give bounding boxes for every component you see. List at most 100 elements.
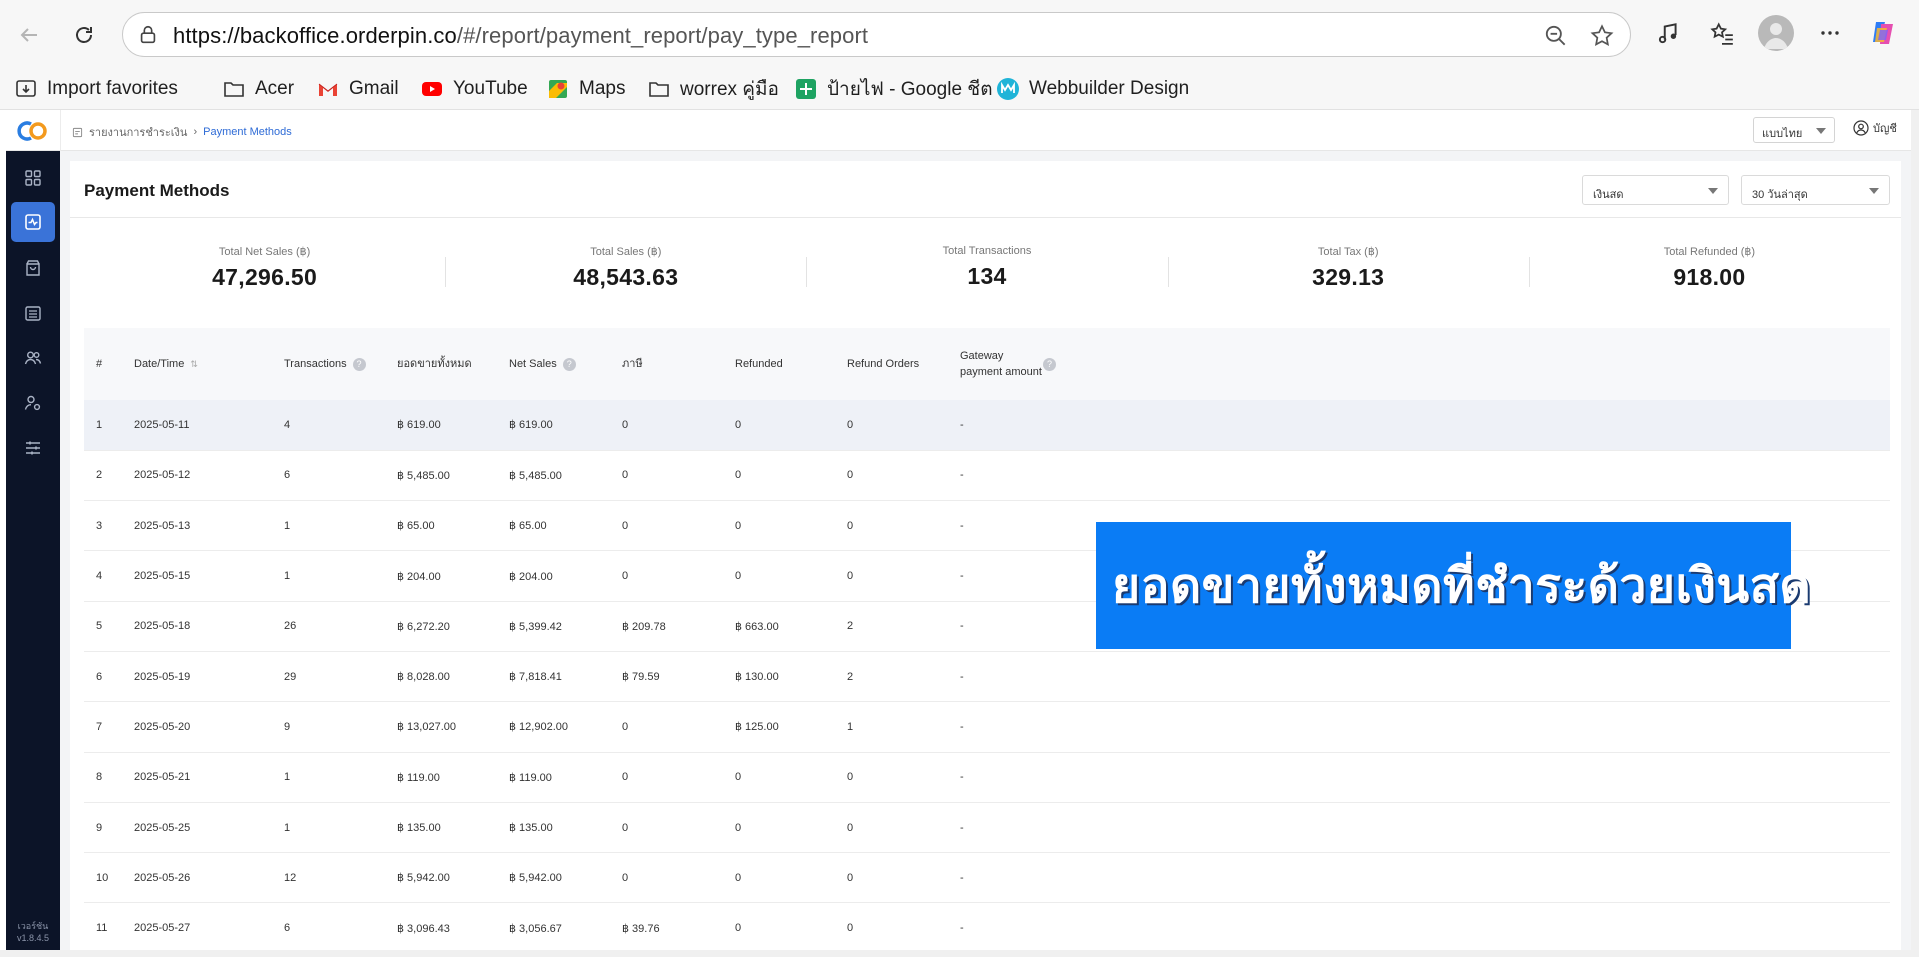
account-button[interactable]: บัญชี [1853, 119, 1897, 137]
table-cell: ฿ 619.00 [509, 419, 553, 432]
table-cell: 2 [847, 670, 854, 683]
music-note-icon [1658, 23, 1677, 44]
table-cell: 0 [735, 922, 742, 935]
table-cell: 0 [622, 871, 629, 884]
favorites-list-icon [1710, 22, 1733, 45]
bookmark-label: ป้ายไฟ - Google ชีต [827, 79, 993, 100]
header-label: Refunded [735, 358, 783, 370]
profile-avatar[interactable] [1758, 15, 1794, 51]
read-aloud-button[interactable] [1653, 18, 1683, 48]
bookmark-label: YouTube [453, 78, 528, 99]
more-menu-button[interactable] [1815, 18, 1845, 48]
table-row[interactable]: 9 2025-05-25 1 ฿ 135.00 ฿ 135.00 0 0 0 - [84, 802, 1890, 853]
table-cell: 2 [847, 620, 854, 633]
table-cell: 2025-05-27 [134, 922, 191, 935]
col-net-sales: Net Sales? [497, 328, 610, 400]
bookmark-worrex[interactable]: worrex คู่มือ [647, 73, 779, 105]
table-cell: 2025-05-25 [134, 821, 191, 834]
sidebar-item-dashboard[interactable] [11, 158, 55, 198]
sidebar-item-store[interactable] [11, 293, 55, 333]
favorite-star-icon[interactable] [1589, 23, 1615, 49]
table-cell: 1 [284, 570, 291, 583]
date-range-select[interactable]: 30 วันล่าสุด [1741, 175, 1890, 205]
breadcrumb-parent[interactable]: รายงานการชำระเงิน [89, 123, 187, 141]
table-cell: ฿ 619.00 [397, 419, 441, 432]
table-cell: 11 [96, 922, 108, 935]
help-icon[interactable]: ? [562, 357, 576, 371]
stat-label: Total Sales (฿) [590, 246, 662, 258]
address-bar[interactable]: https://backoffice.orderpin.co/#/report/… [122, 12, 1631, 57]
table-cell-spacer [1043, 853, 1890, 903]
lock-icon[interactable] [137, 24, 159, 46]
stat-label: Total Net Sales (฿) [218, 246, 311, 258]
language-select[interactable]: แบบไทย [1753, 117, 1835, 143]
table-cell: - [960, 871, 964, 884]
help-icon[interactable]: ? [1043, 357, 1056, 371]
copilot-button[interactable] [1868, 18, 1898, 48]
table-cell: - [960, 570, 964, 583]
col-tax: ภาษี [610, 328, 723, 400]
sidebar-item-report[interactable] [11, 202, 55, 242]
refresh-button[interactable] [67, 18, 101, 52]
col-date[interactable]: Date/Time ⇅ [122, 328, 272, 400]
table-row[interactable]: 8 2025-05-21 1 ฿ 119.00 ฿ 119.00 0 0 0 - [84, 752, 1890, 803]
account-label: บัญชี [1873, 123, 1897, 135]
zoom-out-icon[interactable] [1543, 23, 1569, 49]
table-row[interactable]: 7 2025-05-20 9 ฿ 13,027.00 ฿ 12,902.00 0 ฿ 125… [84, 702, 1890, 753]
table-cell-spacer [1043, 802, 1890, 852]
stat-total-net-sales: Total Net Sales (฿) 47,296.50 [84, 231, 445, 311]
payment-type-select[interactable]: เงินสด [1582, 175, 1729, 205]
bookmark-label: Gmail [349, 78, 399, 99]
table-cell-spacer [1043, 450, 1890, 500]
table-cell: 1 [847, 720, 854, 733]
table-cell: 29 [284, 670, 297, 683]
stat-total-sales: Total Sales (฿) 48,543.63 [445, 231, 806, 311]
table-cell: 0 [847, 418, 854, 431]
bookmark-sheets[interactable]: ป้ายไฟ - Google ชีต [794, 73, 993, 105]
header-label: Date/Time [134, 357, 185, 370]
back-button[interactable] [12, 18, 46, 52]
table-cell: ฿ 209.78 [622, 620, 666, 633]
bookmark-maps[interactable]: Maps [546, 73, 625, 105]
bookmark-label: Acer [255, 78, 295, 99]
table-cell: 2025-05-13 [134, 519, 191, 532]
table-row[interactable]: 1 2025-05-11 4 ฿ 619.00 ฿ 619.00 0 0 0 - [84, 400, 1890, 451]
table-row[interactable]: 10 2025-05-26 12 ฿ 5,942.00 ฿ 5,942.00 0 0 0 - [84, 853, 1890, 903]
orderpin-logo[interactable] [16, 118, 52, 144]
table-row[interactable]: 11 2025-05-27 6 ฿ 3,096.43 ฿ 3,056.67 ฿ 39.76… [84, 903, 1890, 950]
sort-icon[interactable]: ⇅ [190, 356, 198, 372]
table-row[interactable]: 6 2025-05-19 29 ฿ 8,028.00 ฿ 7,818.41 ฿ 79.59… [84, 651, 1890, 702]
sidebar-item-settings[interactable] [11, 428, 55, 468]
table-cell: ฿ 5,942.00 [397, 872, 450, 885]
webbuilder-icon [996, 77, 1020, 101]
header-label: Gateway payment amount [960, 350, 1042, 378]
bookmark-import-favorites[interactable]: Import favorites [14, 73, 178, 105]
version-number: v1.8.4.5 [16, 933, 50, 943]
bookmark-youtube[interactable]: YouTube [420, 73, 528, 105]
bookmark-acer[interactable]: Acer [222, 73, 294, 105]
favorites-button[interactable] [1707, 18, 1737, 48]
table-cell: - [960, 418, 964, 431]
sidebar-item-staff[interactable] [11, 383, 55, 423]
table-cell: 0 [735, 821, 742, 834]
col-transactions: Transactions? [272, 328, 385, 400]
table-row[interactable]: 2 2025-05-12 6 ฿ 5,485.00 ฿ 5,485.00 0 0 0 - [84, 450, 1890, 501]
sidebar: เวอร์ชัน v1.8.4.5 [6, 151, 60, 950]
bookmark-webbuilder[interactable]: Webbuilder Design [996, 73, 1189, 105]
bookmark-label: worrex คู่มือ [680, 79, 779, 100]
table-cell: ฿ 119.00 [397, 771, 440, 784]
table-cell: ฿ 79.59 [622, 671, 660, 684]
breadcrumb-current: Payment Methods [203, 126, 292, 138]
sidebar-item-members[interactable] [11, 338, 55, 378]
stat-value: 48,543.63 [573, 264, 679, 290]
bookmark-gmail[interactable]: Gmail [316, 73, 399, 105]
table-cell: 5 [96, 620, 103, 633]
sidebar-item-orders[interactable] [11, 248, 55, 288]
table-cell: ฿ 204.00 [509, 570, 553, 583]
table-cell-spacer [1043, 400, 1890, 450]
folder-icon [222, 77, 246, 101]
help-icon[interactable]: ? [352, 357, 366, 371]
table-cell: 1 [284, 821, 291, 834]
url-text[interactable]: https://backoffice.orderpin.co/#/report/… [173, 23, 868, 49]
table-cell: 0 [847, 871, 854, 884]
